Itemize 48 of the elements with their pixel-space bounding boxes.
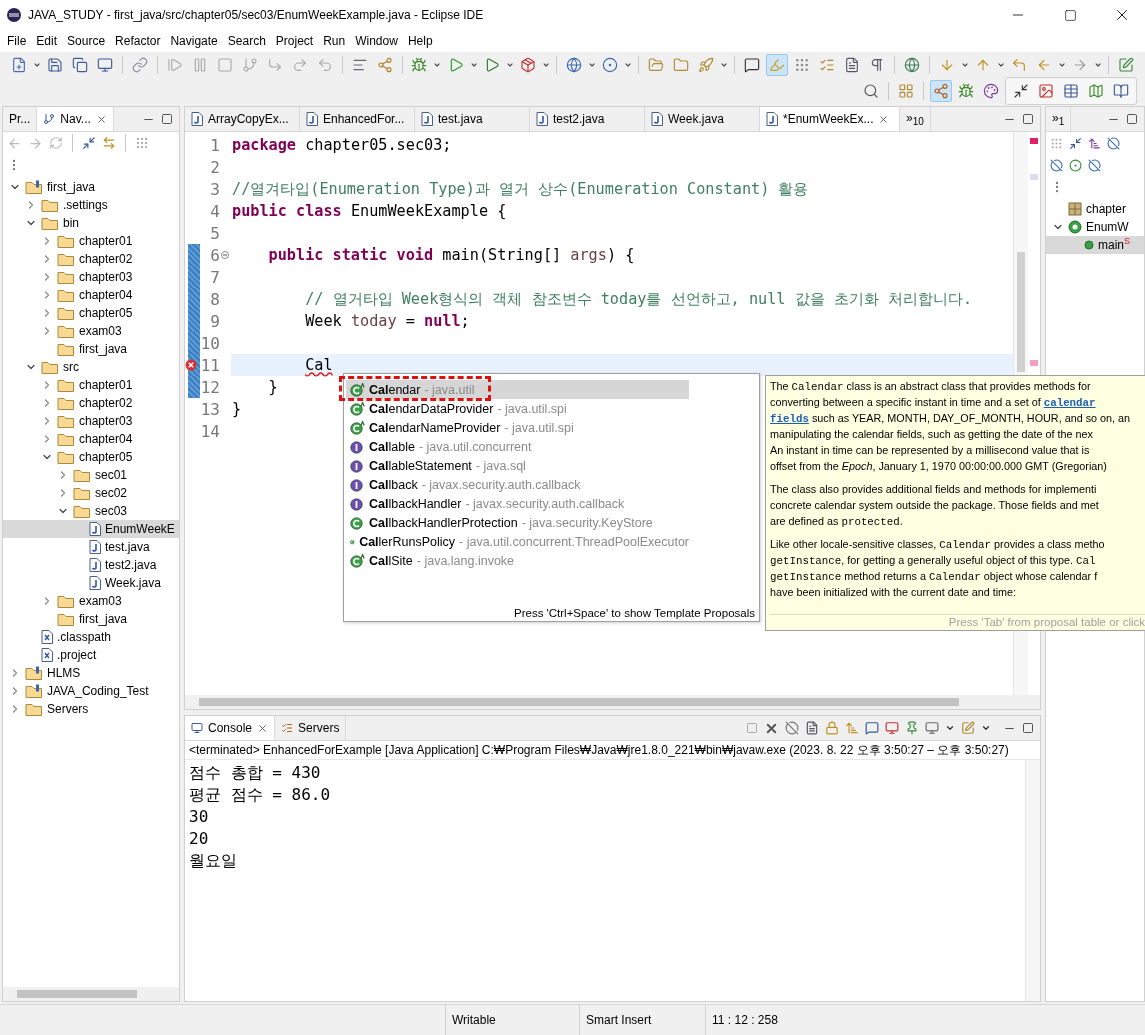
doc-line: have been initialized with the current date and time: xyxy=(770,585,1017,600)
line-number: 5 xyxy=(209,223,220,243)
console-line: 평균 점수 = 86.0 xyxy=(189,784,332,806)
window-title: JAVA_STUDY - first_java/src/chapter05/sec03/EnumWeekExample.java - Eclipse IDE xyxy=(28,8,485,22)
line-number: 10 xyxy=(200,333,220,353)
console-line: 30 xyxy=(189,806,210,828)
doc-text: converting between a specific instant in time and a set of xyxy=(770,396,1042,408)
doc-line: are defined as protected. xyxy=(770,514,903,529)
doc-line: The Calendar class is an abstract class that provides methods for xyxy=(770,379,1091,394)
code-line: // 열거타입 Week형식의 객체 참조변수 today를 선언하고, null 값을 초기화 처리합니다. xyxy=(304,289,973,310)
popup-hint: Press 'Ctrl+Space' to show Template Proposals xyxy=(513,607,756,621)
console-line: 월요일 xyxy=(189,850,238,872)
doc-line: getInstance, for getting a generally useful object of this type. Cal xyxy=(770,553,1096,568)
popup-hint: Press 'Tab' from proposal table or click xyxy=(770,614,1145,630)
code-line: public static void main(String[] args) { xyxy=(267,245,635,266)
doc-text: such as YEAR, MONTH, DAY_OF_MONTH, HOUR, and so on, an xyxy=(810,412,1131,424)
line-number: 12 xyxy=(200,377,220,397)
line-number: 9 xyxy=(209,311,220,331)
console-line: 점수 총합 = 430 xyxy=(189,762,322,784)
code-line: } xyxy=(231,399,242,420)
line-number: 3 xyxy=(209,179,220,199)
console-status: <terminated> EnhancedForExample [Java Application] C:₩Program Files₩Java₩jre1.8.0_221₩bin₩javaw.exe (2023. 8. 22 오후 3:50:27 – 오후 3:50:27) xyxy=(185,741,1040,760)
status-text: 11 : 12 : 258 xyxy=(705,1005,845,1035)
status-text: Writable xyxy=(445,1005,579,1035)
line-number: 8 xyxy=(209,289,220,309)
code-line: package chapter05.sec03; xyxy=(231,135,452,156)
code-line: //열겨타입(Enumeration Type)과 열거 상수(Enumeration Constant) 활용 xyxy=(231,179,809,200)
doc-line: concrete calendar system outside the package. Those fields and met xyxy=(770,498,1099,513)
line-number: 14 xyxy=(200,421,220,441)
doc-line: An instant in time can be represented by a millisecond value that is xyxy=(770,443,1090,458)
line-number: 7 xyxy=(209,267,220,287)
line-number: 4 xyxy=(209,201,220,221)
static-marker: S xyxy=(1124,236,1131,246)
code-line: } xyxy=(267,377,278,398)
line-number: 1 xyxy=(209,135,220,155)
doc-line: manipulating the calendar fields, such as getting the date of the nex xyxy=(770,427,1093,442)
doc-line: getInstance method returns a Calendar object whose calendar f xyxy=(770,569,1098,584)
status-text: Smart Insert xyxy=(579,1005,705,1035)
line-number: 13 xyxy=(200,399,220,419)
doc-line: offset from the Epoch, January 1, 1970 00:00:00.000 GMT (Gregorian) xyxy=(770,459,1107,474)
doc-line: Like other locale-sensitive classes, Calendar provides a class metho xyxy=(770,537,1105,552)
doc-line: The class also provides additional fields and methods for implementi xyxy=(770,482,1097,497)
line-number: 2 xyxy=(209,157,220,177)
console-line: 20 xyxy=(189,828,210,850)
line-number: 11 xyxy=(200,355,220,375)
line-number: 6 xyxy=(209,245,220,265)
code-line: public class EnumWeekExample { xyxy=(231,201,507,222)
code-line: Week today = null; xyxy=(304,311,470,332)
